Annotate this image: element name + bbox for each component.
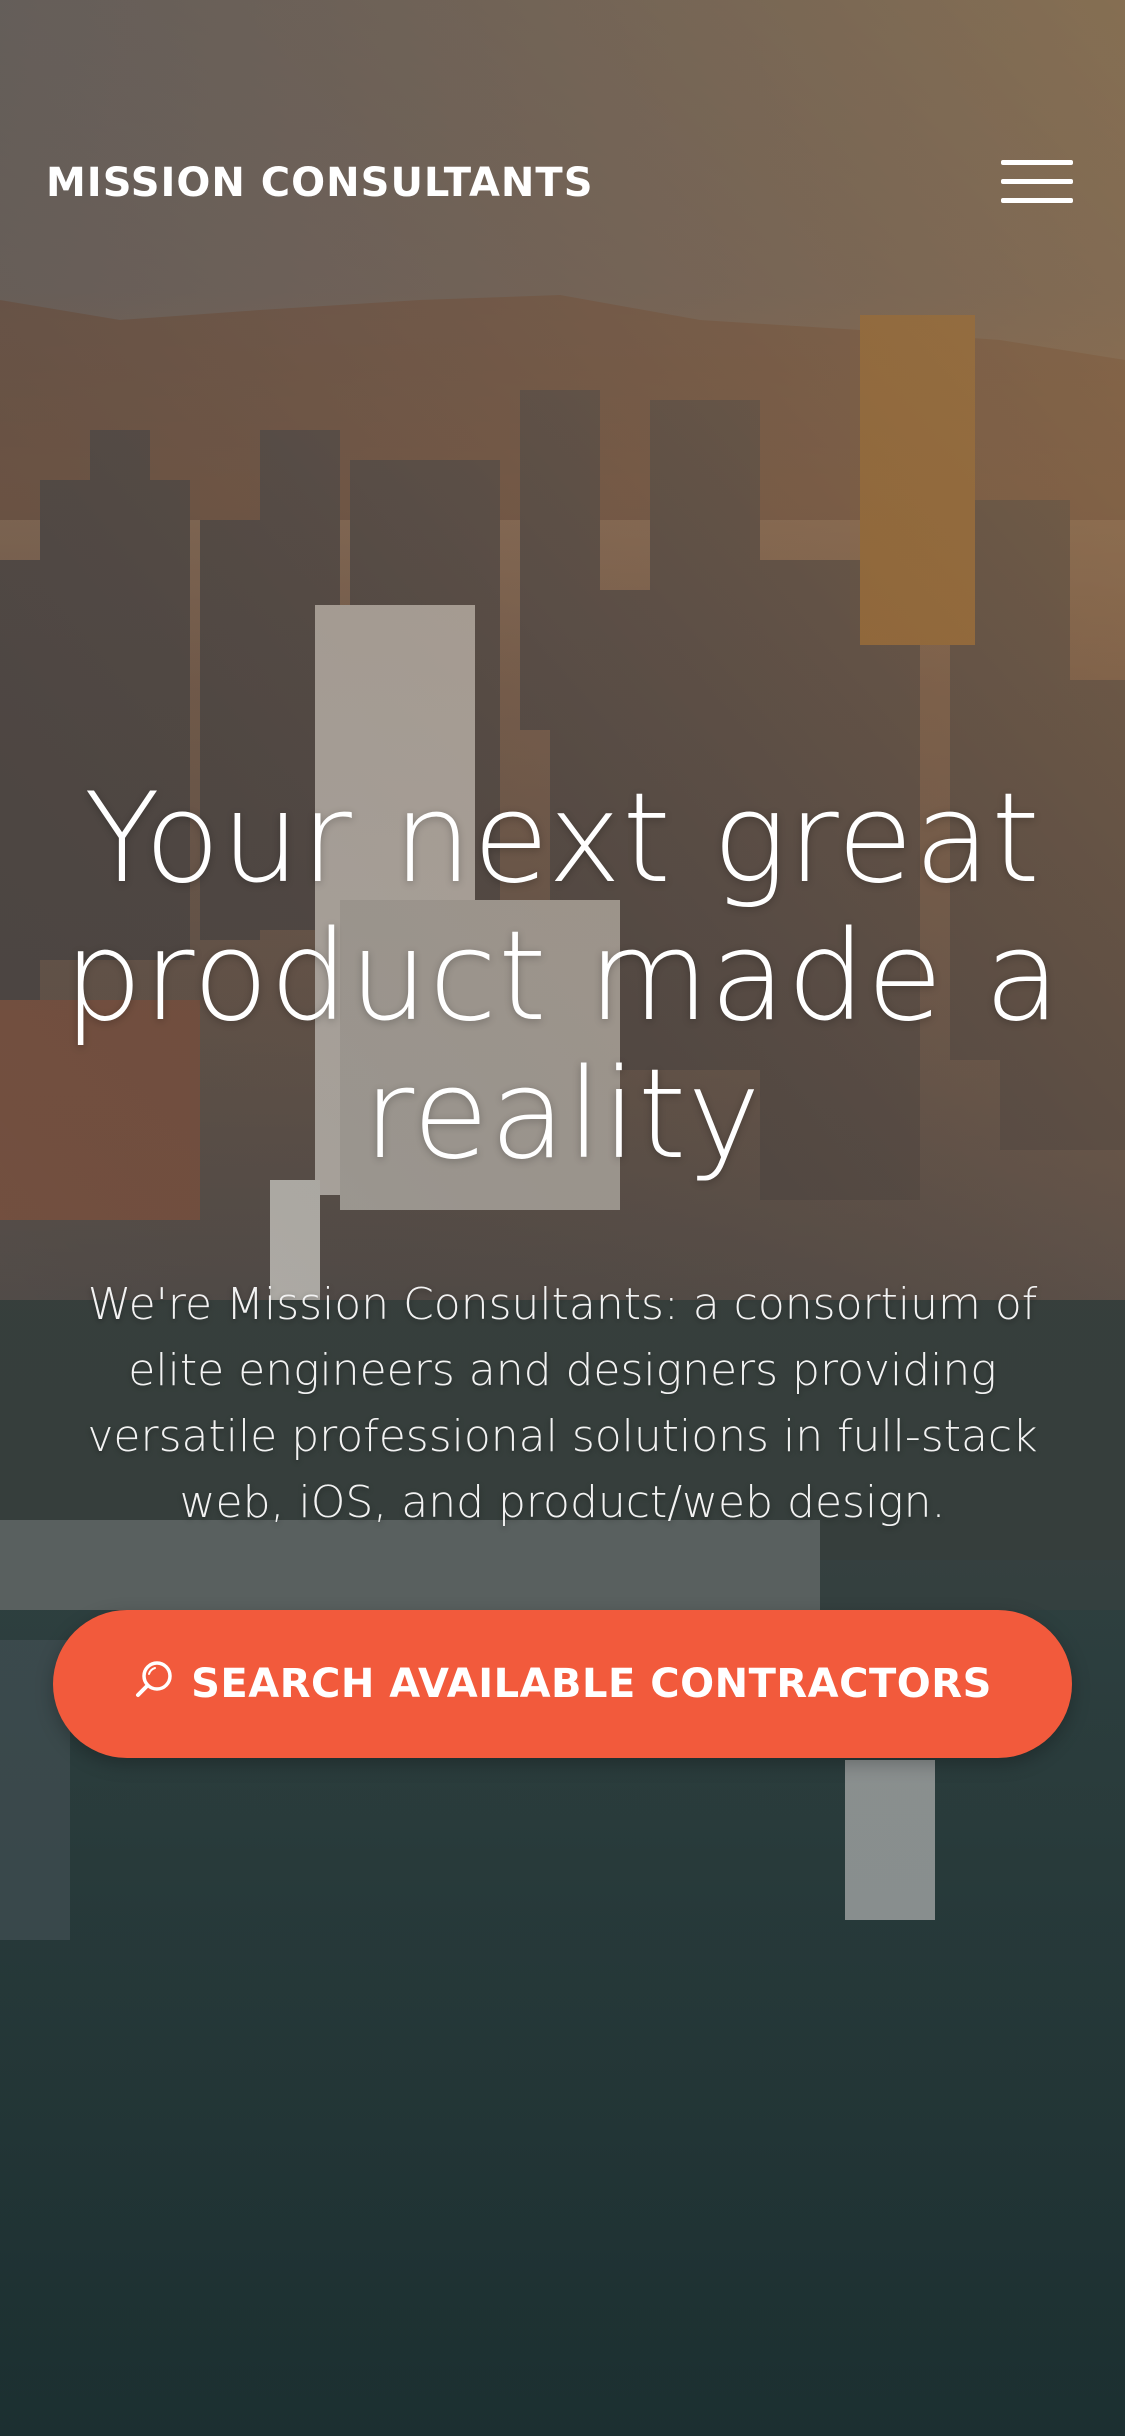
menu-line — [1001, 179, 1073, 184]
menu-line — [1001, 160, 1073, 165]
hero-subtitle: We're Mission Consultants: a consortium … — [87, 1279, 1038, 1528]
hamburger-menu-icon[interactable] — [995, 150, 1079, 212]
site-header: MISSION CONSULTANTS — [46, 150, 1079, 212]
menu-line — [1001, 198, 1073, 203]
search-icon — [133, 1658, 177, 1702]
search-contractors-label: SEARCH AVAILABLE CONTRACTORS — [191, 1661, 992, 1707]
brand-logo[interactable]: MISSION CONSULTANTS — [46, 160, 594, 206]
landing-page: MISSION CONSULTANTS Your next great prod… — [0, 0, 1125, 2436]
search-contractors-button[interactable]: SEARCH AVAILABLE CONTRACTORS — [53, 1610, 1072, 1758]
hero-headline: Your next great product made a reality — [63, 767, 1062, 1187]
hero-section: Your next great product made a reality W… — [40, 770, 1085, 1536]
